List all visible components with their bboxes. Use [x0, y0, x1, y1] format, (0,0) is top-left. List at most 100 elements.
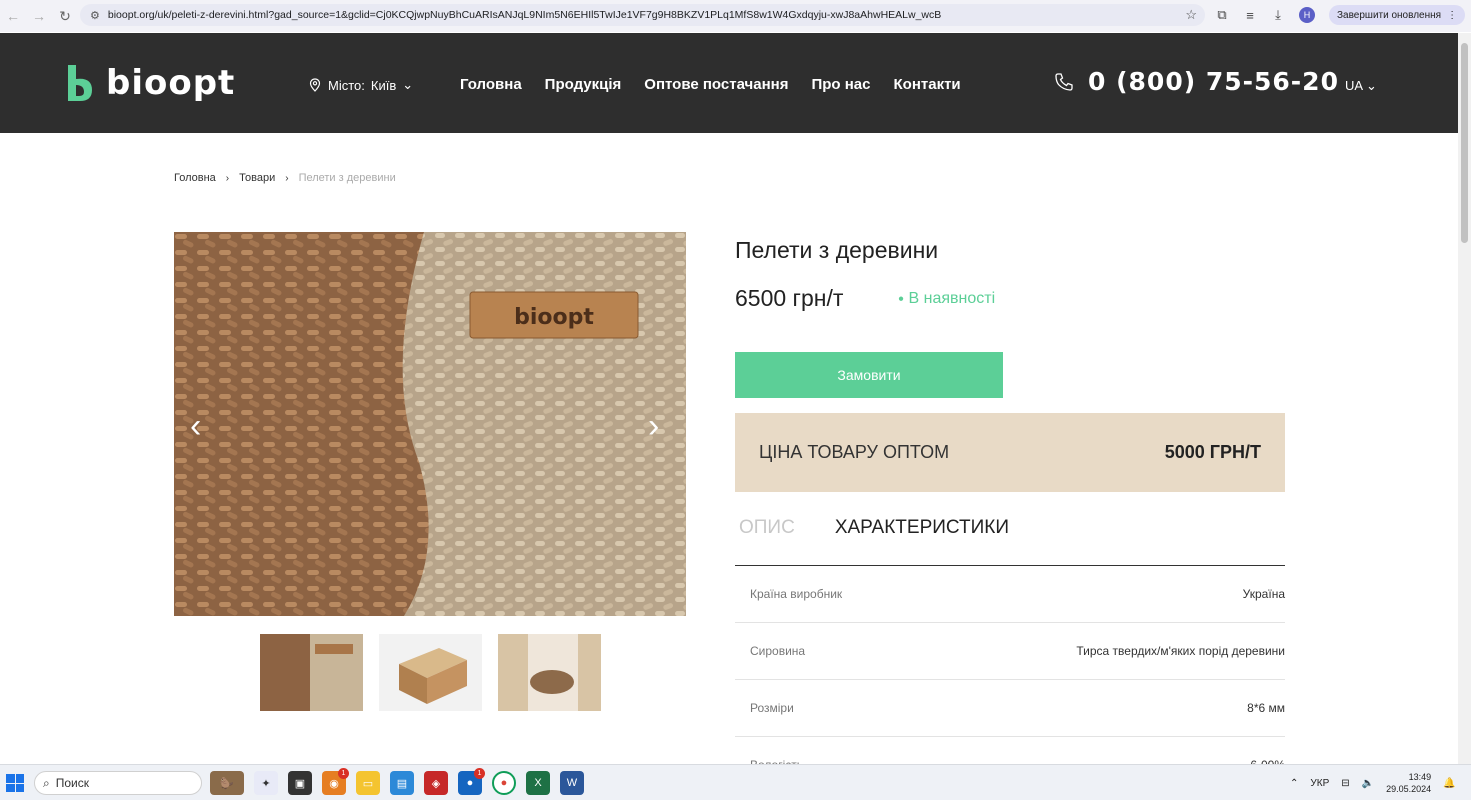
- thumbnail-1[interactable]: [260, 634, 363, 711]
- nav-wholesale[interactable]: Оптове постачання: [644, 76, 788, 93]
- stock-label: В наявності: [908, 290, 996, 307]
- clock-time: 13:49: [1408, 772, 1432, 782]
- url-text[interactable]: bioopt.org/uk/peleti-z-derevini.html?gad…: [108, 9, 1168, 21]
- nav-contacts[interactable]: Контакти: [894, 76, 961, 93]
- taskbar-search[interactable]: ⌕ Поиск: [34, 771, 202, 795]
- word-icon[interactable]: W: [560, 771, 584, 795]
- site-settings-icon[interactable]: ⚙: [90, 9, 100, 22]
- phone-link[interactable]: 0 (800) 75-56-20: [1054, 67, 1339, 96]
- logo-text: bioopt: [106, 63, 236, 103]
- chevron-right-icon: ›: [285, 172, 289, 184]
- order-button[interactable]: Замовити: [735, 352, 1003, 398]
- breadcrumb-products[interactable]: Товари: [239, 172, 275, 184]
- stock-status: ● В наявності: [898, 290, 995, 308]
- update-browser-button[interactable]: Завершити оновлення ⋮: [1329, 5, 1466, 25]
- clock[interactable]: 13:49 29.05.2024: [1386, 771, 1431, 795]
- nav-products[interactable]: Продукція: [545, 76, 622, 93]
- spec-value: Тирса твердих/м'яких порід деревини: [1076, 644, 1285, 658]
- file-explorer-icon[interactable]: ▭: [356, 771, 380, 795]
- update-label: Завершити оновлення: [1337, 9, 1442, 21]
- language-selector[interactable]: UA ⌄: [1345, 78, 1377, 94]
- search-label: Поиск: [55, 776, 89, 790]
- messenger-icon[interactable]: ● 1: [458, 768, 485, 795]
- system-tray: ⌃ УКР ⊟ 🔈 13:49 29.05.2024 🔔: [1290, 771, 1456, 795]
- clock-date: 29.05.2024: [1386, 784, 1432, 794]
- breadcrumb-home[interactable]: Головна: [174, 172, 216, 184]
- product-title: Пелети з деревини: [735, 237, 939, 263]
- search-icon: ⌕: [43, 775, 50, 790]
- pellets-photo: bioopt: [174, 232, 686, 616]
- chevron-up-icon[interactable]: ⌃: [1290, 778, 1298, 789]
- chevron-down-icon: ⌄: [1365, 78, 1377, 93]
- phone-icon: [1055, 72, 1073, 91]
- logo-leaf-icon: [68, 65, 92, 101]
- product-image[interactable]: bioopt ‹ ›: [174, 232, 686, 616]
- location-pin-icon: [309, 78, 321, 92]
- scrollbar-thumb[interactable]: [1461, 43, 1468, 243]
- input-language[interactable]: УКР: [1310, 778, 1329, 789]
- product-price: 6500 грн/т: [735, 285, 844, 311]
- phone-number: 0 (800) 75-56-20: [1088, 67, 1339, 96]
- breadcrumb-current: Пелети з деревини: [298, 172, 396, 184]
- app-icon[interactable]: ◉ 1: [322, 768, 349, 795]
- spec-label: Країна виробник: [750, 587, 843, 601]
- tab-description[interactable]: ОПИС: [739, 517, 795, 539]
- spec-row: Країна виробник Україна: [735, 566, 1285, 623]
- city-value: Київ: [370, 77, 397, 93]
- notification-bell-icon[interactable]: 🔔: [1443, 778, 1455, 789]
- kebab-menu-icon: ⋮: [1447, 9, 1458, 21]
- os-taskbar: ⌕ Поиск 🦫 ✦ ▣ ◉ 1 ▭ ▤ ◈ ● 1 ● X W ⌃ УКР ⊟ …: [0, 764, 1471, 800]
- windows-start-icon[interactable]: [6, 774, 24, 792]
- download-icon[interactable]: ⤓: [1271, 7, 1285, 23]
- spec-label: Розміри: [750, 701, 794, 715]
- next-image-arrow-icon[interactable]: ›: [648, 407, 659, 446]
- chrome-icon[interactable]: ●: [492, 771, 516, 795]
- status-dot-icon: ●: [898, 293, 905, 305]
- reload-icon[interactable]: ↻: [52, 8, 78, 25]
- extensions-icon[interactable]: ⧉: [1215, 7, 1229, 23]
- city-label: Місто:: [328, 77, 365, 93]
- chevron-right-icon: ›: [225, 172, 230, 184]
- image-logo-text: bioopt: [514, 305, 594, 330]
- forward-icon[interactable]: →: [26, 8, 52, 24]
- back-icon[interactable]: ←: [0, 8, 26, 24]
- product-tabs: ОПИС ХАРАКТЕРИСТИКИ: [739, 517, 1009, 539]
- taskbar-apps: 🦫 ✦ ▣ ◉ 1 ▭ ▤ ◈ ● 1 ● X W: [210, 768, 584, 795]
- thumbnail-strip: [260, 634, 601, 711]
- spec-value: 8*6 мм: [1247, 701, 1285, 715]
- spec-row: Сировина Тирса твердих/м'яких порід дере…: [735, 623, 1285, 680]
- thumbnail-2[interactable]: [379, 634, 482, 711]
- wholesale-value: 5000 ГРН/Т: [1164, 442, 1261, 462]
- browser-toolbar: ← → ↻ ⚙ bioopt.org/uk/peleti-z-derevini.…: [0, 0, 1471, 32]
- network-icon[interactable]: ⊟: [1341, 778, 1349, 789]
- spec-value: Україна: [1242, 587, 1285, 601]
- media-control-icon[interactable]: ≡: [1243, 8, 1257, 23]
- bookmark-star-icon[interactable]: ☆: [1185, 7, 1197, 23]
- prev-image-arrow-icon[interactable]: ‹: [190, 407, 201, 446]
- wholesale-price-box: ЦІНА ТОВАРУ ОПТОМ 5000 ГРН/Т: [735, 413, 1285, 492]
- tab-characteristics[interactable]: ХАРАКТЕРИСТИКИ: [835, 517, 1009, 539]
- address-bar[interactable]: ⚙ bioopt.org/uk/peleti-z-derevini.html?g…: [80, 4, 1205, 26]
- main-nav: Головна Продукція Оптове постачання Про …: [460, 76, 961, 93]
- site-logo[interactable]: bioopt: [66, 65, 235, 101]
- widgets-icon[interactable]: 🦫: [210, 771, 244, 795]
- copilot-icon[interactable]: ✦: [254, 771, 278, 795]
- nav-home[interactable]: Головна: [460, 76, 522, 93]
- spec-row: Розміри 8*6 мм: [735, 680, 1285, 737]
- chevron-down-icon: ⌄: [402, 77, 414, 92]
- language-label: UA: [1345, 78, 1363, 93]
- app-red-icon[interactable]: ◈: [424, 771, 448, 795]
- city-selector[interactable]: Місто: Київ ⌄: [308, 77, 413, 93]
- notes-app-icon[interactable]: ▤: [390, 771, 414, 795]
- excel-icon[interactable]: X: [526, 771, 550, 795]
- profile-avatar[interactable]: H: [1299, 7, 1315, 23]
- thumbnail-3[interactable]: [498, 634, 601, 711]
- spec-label: Сировина: [750, 644, 806, 658]
- wholesale-label: ЦІНА ТОВАРУ ОПТОМ: [759, 442, 950, 462]
- breadcrumb: Головна › Товари › Пелети з деревини: [174, 172, 396, 184]
- task-view-icon[interactable]: ▣: [288, 771, 312, 795]
- page-scrollbar[interactable]: [1458, 33, 1471, 764]
- volume-icon[interactable]: 🔈: [1362, 778, 1374, 789]
- site-header: bioopt Місто: Київ ⌄ Головна Продукція О…: [0, 33, 1458, 133]
- nav-about[interactable]: Про нас: [811, 76, 870, 93]
